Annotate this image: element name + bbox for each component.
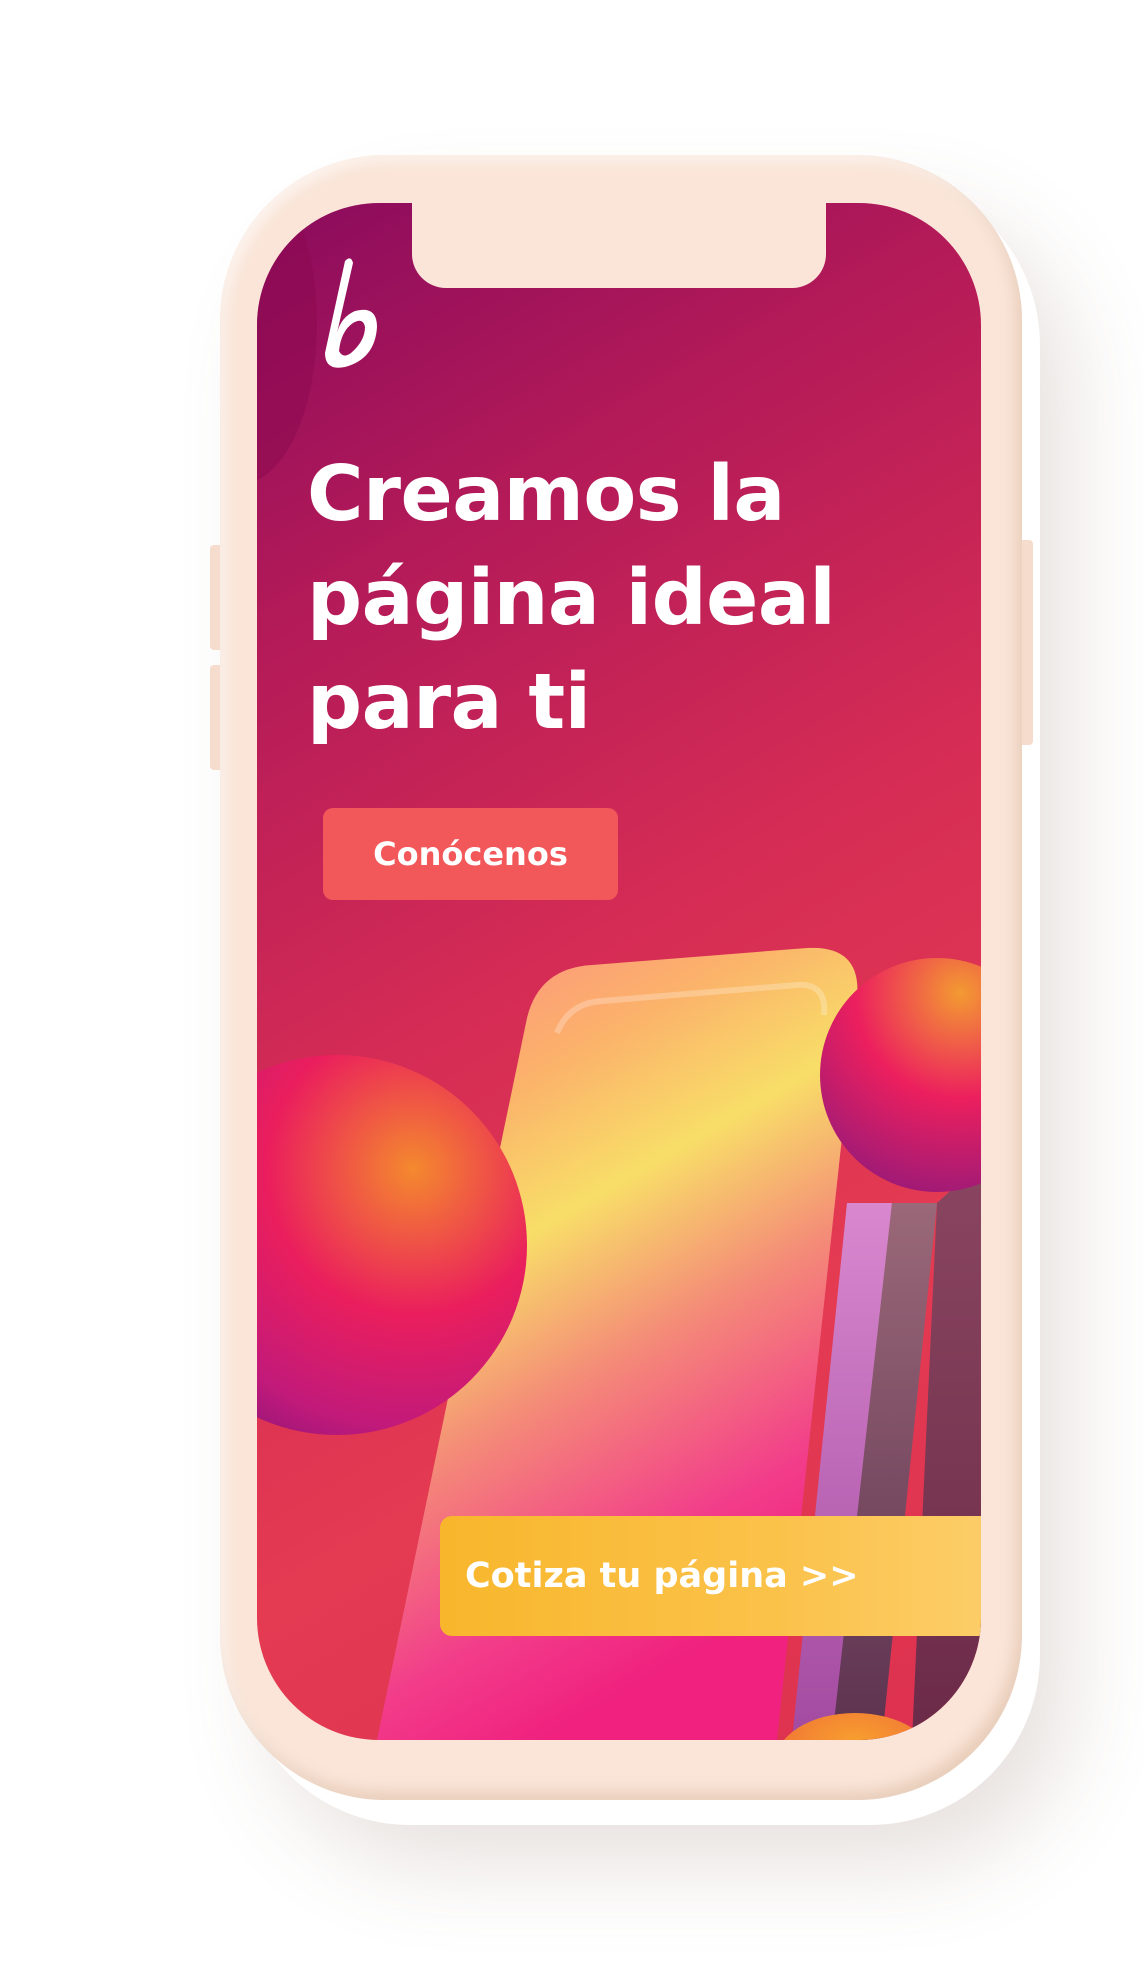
conocenos-button[interactable]: Conócenos (323, 808, 618, 900)
hero-headline: Creamos la página ideal para ti (307, 443, 927, 755)
headline-line-1: Creamos la (307, 450, 785, 539)
hero-illustration (257, 947, 981, 1740)
phone-frame: Creamos la página ideal para ti Conóceno… (220, 155, 1022, 1800)
phone-notch (412, 203, 826, 288)
phone-screen: Creamos la página ideal para ti Conóceno… (257, 203, 981, 1740)
headline-line-2: página ideal (307, 554, 836, 643)
headline-line-3: para ti (307, 658, 591, 747)
cotiza-button[interactable]: Cotiza tu página >> (440, 1516, 981, 1636)
b-logo-icon[interactable] (307, 255, 387, 375)
mockup-stage: Creamos la página ideal para ti Conóceno… (0, 0, 1144, 1972)
